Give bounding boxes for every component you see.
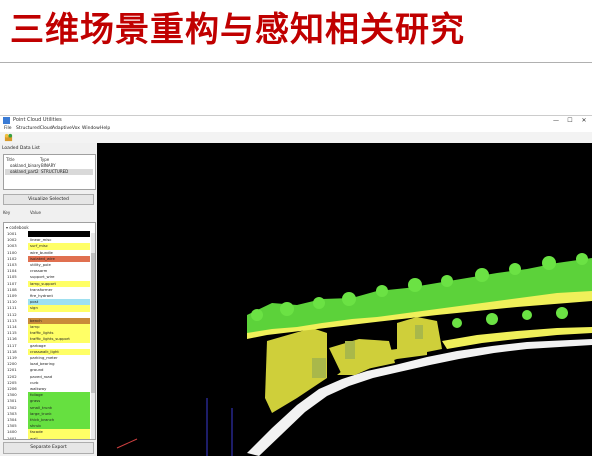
- maximize-button[interactable]: ☐: [564, 116, 576, 125]
- menu-adaptivevox[interactable]: AdaptiveVox: [52, 125, 80, 132]
- menu-file[interactable]: File: [4, 125, 12, 132]
- column-key[interactable]: Key: [3, 210, 10, 215]
- point-cloud-viewport[interactable]: [97, 143, 592, 456]
- codebook-value: wall: [28, 435, 90, 439]
- point-cloud-render: [116, 253, 592, 456]
- menu-bar: File StructuredCloud AdaptiveVox Window …: [0, 125, 592, 132]
- scrollbar-thumb[interactable]: [91, 253, 95, 393]
- left-panel: Loaded Data List Title Type oakland_bina…: [0, 143, 97, 456]
- visualize-selected-button[interactable]: Visualize Selected: [3, 194, 94, 205]
- codebook-table[interactable]: ▾ codebook 1001 1002 linear_misc 1003 surf_m…: [3, 222, 96, 440]
- menu-structuredcloud[interactable]: StructuredCloud: [16, 125, 53, 132]
- loaded-type: STRUCTURED: [41, 169, 69, 174]
- loaded-data-list[interactable]: Title Type oakland_binary BINARY oakland…: [3, 154, 96, 190]
- window-titlebar: Point Cloud Utilities — ☐ ✕: [0, 116, 592, 125]
- list-item[interactable]: oakland_part2 STRUCTURED: [5, 169, 93, 175]
- codebook-root[interactable]: ▾ codebook: [6, 225, 29, 230]
- loaded-data-header: Loaded Data List: [2, 146, 40, 151]
- codebook-key: 1401: [7, 435, 17, 440]
- column-type[interactable]: Type: [40, 157, 49, 162]
- separate-export-button[interactable]: Separate Export: [3, 442, 94, 454]
- close-button[interactable]: ✕: [578, 116, 590, 125]
- menu-window[interactable]: Window: [82, 125, 100, 132]
- minimize-button[interactable]: —: [550, 116, 562, 125]
- app-window: Point Cloud Utilities — ☐ ✕ File Structu…: [0, 115, 592, 456]
- codebook-root-label: codebook: [9, 225, 29, 230]
- slide-title: 三维场景重构与感知相关研究: [10, 10, 465, 50]
- column-value[interactable]: Value: [30, 210, 41, 215]
- menu-help[interactable]: Help: [100, 125, 110, 132]
- column-title[interactable]: Title: [6, 157, 15, 162]
- table-row[interactable]: 1401 wall: [4, 435, 90, 440]
- app-icon: [3, 117, 10, 124]
- title-divider: [0, 62, 592, 63]
- cloud-tool-icon[interactable]: [4, 133, 13, 142]
- codebook-scrollbar[interactable]: [91, 233, 95, 439]
- loaded-title: oakland_part2: [10, 169, 39, 174]
- window-title: Point Cloud Utilities: [13, 117, 62, 123]
